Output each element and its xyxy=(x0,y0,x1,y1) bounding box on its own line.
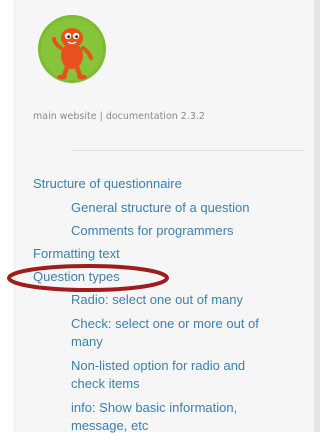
site-links: main website | documentation 2.3.2 xyxy=(33,111,205,122)
toc-comments-for-programmers[interactable]: Comments for programmers xyxy=(71,222,234,240)
toc-radio[interactable]: Radio: select one out of many xyxy=(71,291,243,309)
divider xyxy=(72,150,304,151)
orange-creature-logo-icon xyxy=(38,15,106,83)
toc-check-line2[interactable]: many xyxy=(71,333,103,351)
toc-general-structure-of-a-question[interactable]: General structure of a question xyxy=(71,199,250,217)
toc-info-line2[interactable]: message, etc xyxy=(71,417,148,435)
documentation-version-link[interactable]: documentation 2.3.2 xyxy=(106,111,205,122)
sidebar-scroll-edge xyxy=(314,0,320,432)
toc-info-line1[interactable]: info: Show basic information, xyxy=(71,399,237,417)
highlight-ellipse-annotation xyxy=(7,264,169,292)
toc-non-listed-line2[interactable]: check items xyxy=(71,375,140,393)
link-separator: | xyxy=(99,111,103,122)
toc-check-line1[interactable]: Check: select one or more out of xyxy=(71,315,259,333)
toc-structure-of-questionnaire[interactable]: Structure of questionnaire xyxy=(33,175,182,193)
main-website-link[interactable]: main website xyxy=(33,111,97,122)
toc-non-listed-line1[interactable]: Non-listed option for radio and xyxy=(71,357,245,375)
logo[interactable] xyxy=(37,14,107,84)
toc-formatting-text[interactable]: Formatting text xyxy=(33,245,120,263)
